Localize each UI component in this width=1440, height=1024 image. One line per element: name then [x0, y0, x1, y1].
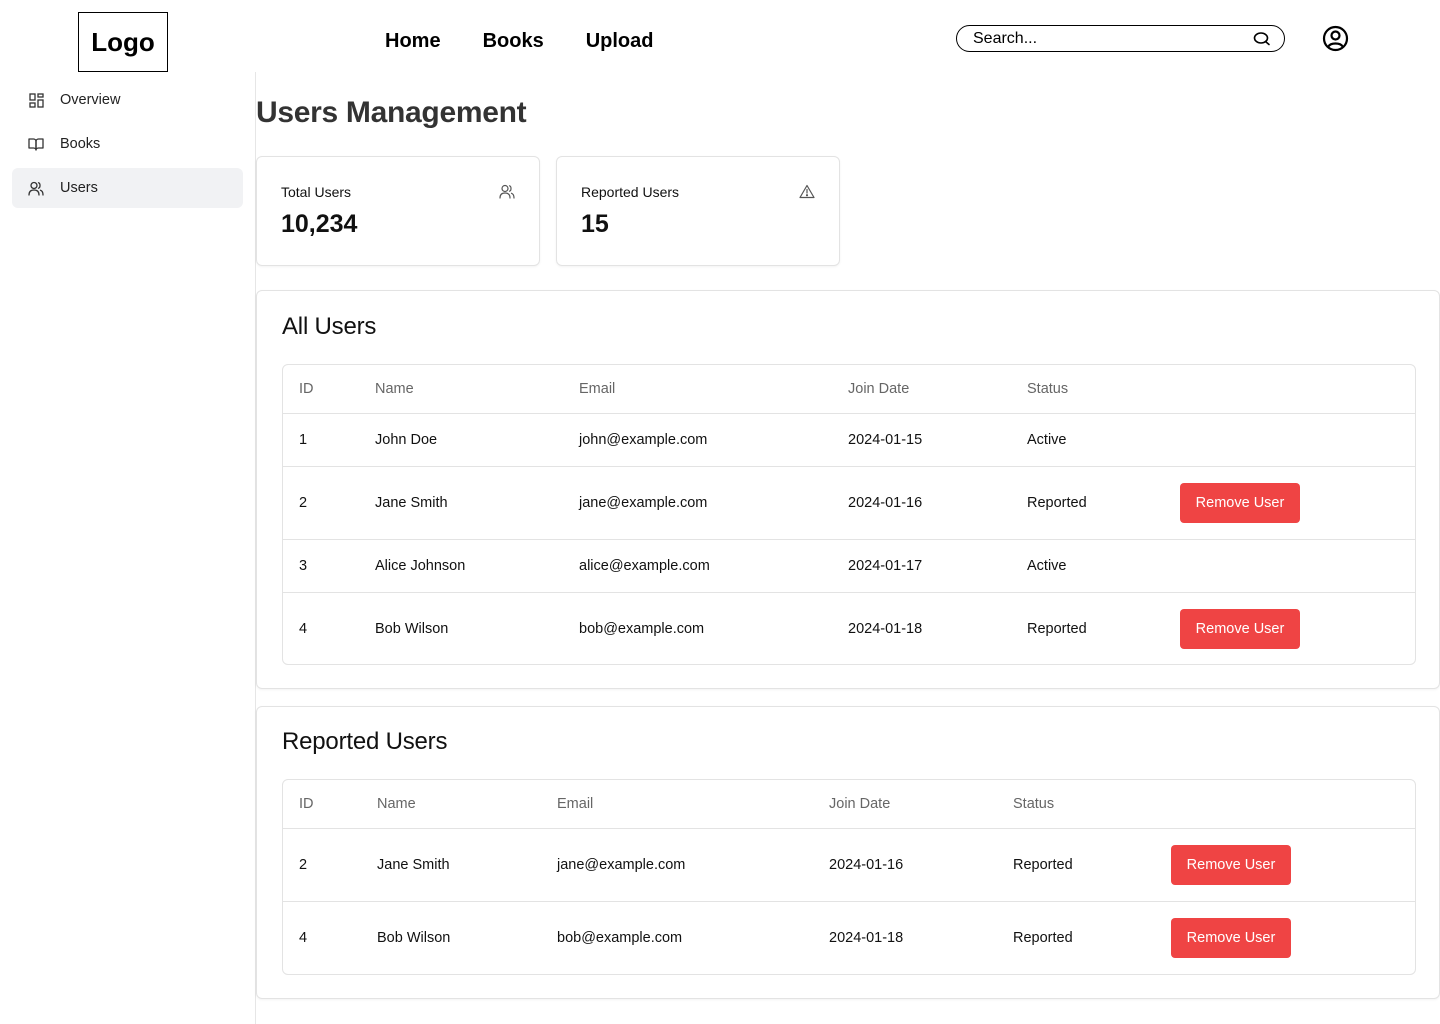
stat-card-total-users: Total Users 10,234: [256, 156, 540, 266]
reported-users-panel: Reported Users ID Name Email Join Date S…: [256, 706, 1440, 999]
cell-status: Reported: [1013, 857, 1073, 873]
panel-title: All Users: [282, 313, 377, 340]
open-book-icon: [28, 136, 44, 152]
sidebar-item-label: Users: [60, 180, 98, 196]
column-header-status: Status: [1013, 796, 1055, 812]
cell-id: 1: [299, 432, 308, 448]
cell-join-date: 2024-01-16: [848, 495, 923, 511]
search-input[interactable]: [973, 29, 1252, 48]
nav-home[interactable]: Home: [385, 30, 441, 53]
sidebar-item-label: Books: [60, 136, 101, 152]
cell-name: Jane Smith: [377, 857, 450, 873]
stat-value: 10,234: [281, 210, 358, 238]
table-row: 3 Alice Johnson alice@example.com 2024-0…: [283, 540, 1415, 593]
cell-join-date: 2024-01-18: [829, 930, 904, 946]
column-header-join-date: Join Date: [848, 381, 910, 397]
cell-id: 2: [299, 857, 308, 873]
users-icon: [499, 184, 515, 200]
cell-status: Active: [1027, 432, 1067, 448]
stat-label: Total Users: [281, 184, 352, 200]
cell-join-date: 2024-01-15: [848, 432, 923, 448]
top-nav: Home Books Upload: [385, 30, 653, 53]
column-header-email: Email: [557, 796, 594, 812]
cell-name: Bob Wilson: [375, 620, 449, 637]
cell-join-date: 2024-01-18: [848, 620, 923, 637]
cell-name: Bob Wilson: [377, 930, 451, 946]
stat-label: Reported Users: [581, 184, 680, 200]
sidebar-item-label: Overview: [60, 92, 121, 108]
cell-id: 4: [299, 930, 308, 946]
table-header-row: ID Name Email Join Date Status: [283, 780, 1415, 829]
nav-books[interactable]: Books: [483, 30, 544, 53]
reported-users-table: ID Name Email Join Date Status 2 Jane Sm…: [282, 779, 1416, 975]
column-header-id: ID: [299, 796, 314, 812]
cell-name: Alice Johnson: [375, 558, 466, 574]
table-row: 4 Bob Wilson bob@example.com 2024-01-18 …: [283, 593, 1415, 664]
cell-join-date: 2024-01-16: [829, 857, 904, 873]
remove-user-button[interactable]: Remove User: [1171, 918, 1291, 958]
nav-upload[interactable]: Upload: [586, 30, 654, 53]
search-icon[interactable]: [1252, 29, 1272, 49]
dashboard-grid-icon: [28, 92, 44, 108]
cell-email: bob@example.com: [557, 930, 683, 946]
stat-card-reported-users: Reported Users 15: [556, 156, 840, 266]
table-header-row: ID Name Email Join Date Status: [283, 365, 1415, 414]
panel-title: Reported Users: [282, 728, 448, 755]
remove-user-button[interactable]: Remove User: [1180, 608, 1300, 649]
sidebar: Overview Books Users: [0, 72, 256, 1024]
cell-status: Reported: [1027, 620, 1087, 637]
column-header-email: Email: [579, 381, 616, 397]
cell-email: jane@example.com: [579, 495, 708, 511]
cell-id: 2: [299, 495, 308, 511]
user-circle-icon[interactable]: [1322, 25, 1349, 52]
table-row: 2 Jane Smith jane@example.com 2024-01-16…: [283, 829, 1415, 902]
search-box: [956, 25, 1285, 52]
stat-value: 15: [581, 210, 609, 238]
column-header-name: Name: [375, 381, 414, 397]
all-users-table: ID Name Email Join Date Status 1 John Do…: [282, 364, 1416, 665]
sidebar-item-books[interactable]: Books: [12, 124, 243, 164]
table-row: 2 Jane Smith jane@example.com 2024-01-16…: [283, 467, 1415, 540]
cell-email: jane@example.com: [557, 857, 686, 873]
all-users-panel: All Users ID Name Email Join Date Status…: [256, 290, 1440, 689]
logo[interactable]: Logo: [78, 12, 168, 72]
cell-name: John Doe: [375, 432, 438, 448]
cell-status: Reported: [1027, 495, 1087, 511]
page-title: Users Management: [256, 96, 527, 129]
sidebar-item-users[interactable]: Users: [12, 168, 243, 208]
cell-id: 4: [299, 620, 308, 637]
cell-email: alice@example.com: [579, 558, 710, 574]
cell-status: Reported: [1013, 930, 1073, 946]
column-header-name: Name: [377, 796, 416, 812]
users-icon: [28, 180, 44, 196]
sidebar-item-overview[interactable]: Overview: [12, 80, 243, 120]
cell-name: Jane Smith: [375, 495, 448, 511]
column-header-join-date: Join Date: [829, 796, 891, 812]
cell-id: 3: [299, 558, 308, 574]
cell-email: bob@example.com: [579, 620, 705, 637]
cell-join-date: 2024-01-17: [848, 558, 923, 574]
remove-user-button[interactable]: Remove User: [1171, 845, 1291, 885]
column-header-id: ID: [299, 381, 314, 397]
warning-triangle-icon: [799, 184, 815, 200]
table-row: 4 Bob Wilson bob@example.com 2024-01-18 …: [283, 902, 1415, 974]
cell-email: john@example.com: [579, 432, 708, 448]
remove-user-button[interactable]: Remove User: [1180, 483, 1300, 523]
cell-status: Active: [1027, 558, 1067, 574]
column-header-status: Status: [1027, 381, 1069, 397]
table-row: 1 John Doe john@example.com 2024-01-15 A…: [283, 414, 1415, 467]
